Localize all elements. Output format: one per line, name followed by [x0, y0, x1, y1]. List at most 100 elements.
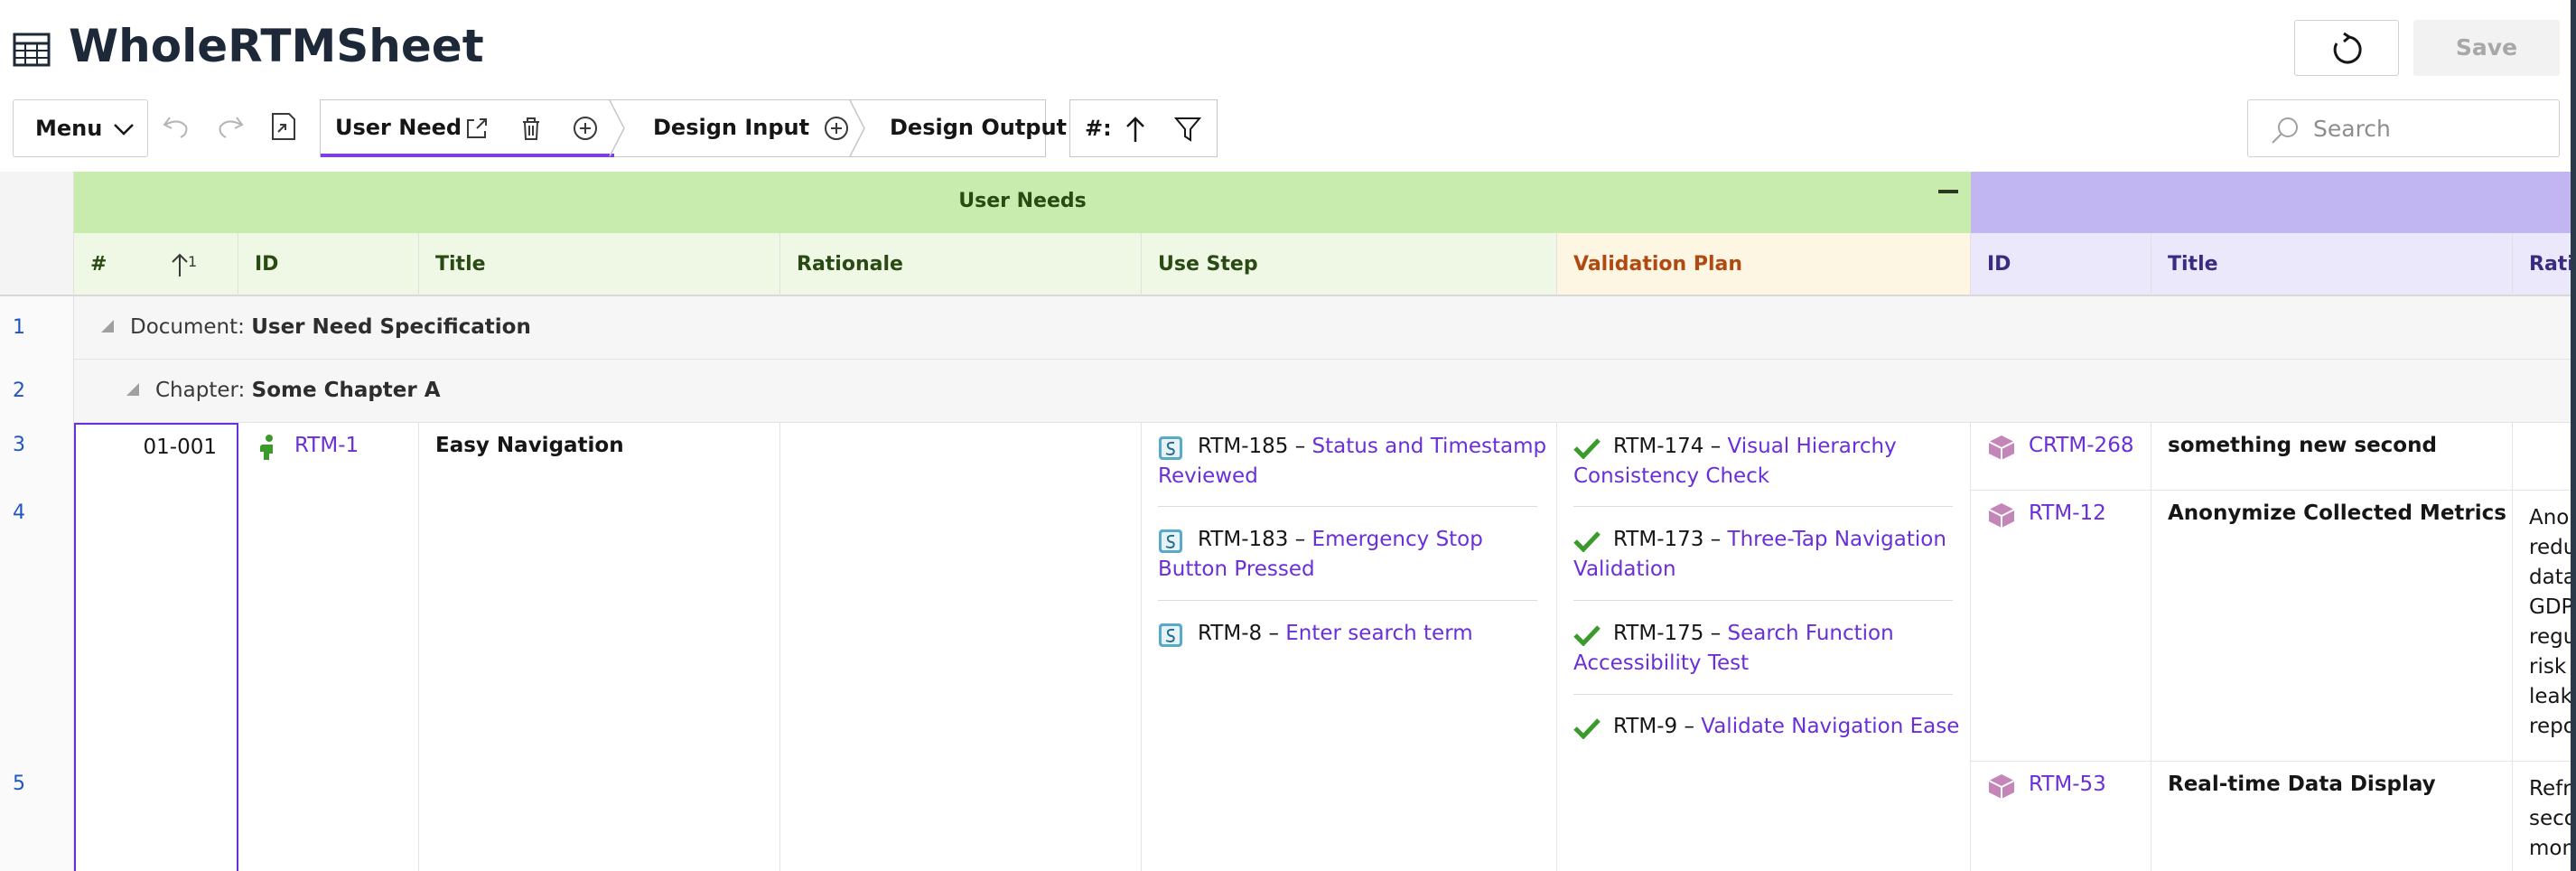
design-input-id-link[interactable]: CRTM-268: [2029, 434, 2133, 457]
group-prefix: Chapter:: [155, 379, 246, 402]
column-header-input-rationale[interactable]: Ratio: [2513, 233, 2576, 296]
need-title-cell[interactable]: Easy Navigation: [419, 423, 780, 871]
sort-filter-group: #:: [1069, 99, 1218, 157]
refresh-button[interactable]: [2294, 20, 2399, 76]
use-step-id: RTM-185 –: [1198, 435, 1306, 458]
search-input[interactable]: Search: [2313, 116, 2391, 142]
validation-link[interactable]: Consistency Check: [1573, 462, 1769, 492]
design-input-title-cell[interactable]: Anonymize Collected Metrics: [2151, 491, 2513, 762]
design-input-rationale-cell[interactable]: [2513, 423, 2576, 491]
column-label: #: [90, 253, 107, 276]
validation-id: RTM-9 –: [1613, 715, 1694, 738]
group-header-user-needs: User Needs: [74, 172, 1971, 233]
design-input-row: CRTM-268 something new second: [1971, 423, 2576, 491]
vertical-scrollbar[interactable]: [2571, 0, 2576, 871]
group-prefix: Document:: [130, 315, 245, 339]
use-step-link[interactable]: Reviewed: [1158, 462, 1258, 492]
column-header-title[interactable]: Title: [419, 233, 780, 296]
use-step-icon: [1159, 436, 1182, 460]
design-input-cube-icon: [1988, 774, 2015, 799]
add-circle-icon[interactable]: [823, 115, 850, 142]
use-step-link[interactable]: Status and Timestamp: [1312, 435, 1547, 458]
sort-ascending-icon[interactable]: [1123, 115, 1148, 144]
document-group-row[interactable]: Document: User Need Specification: [74, 296, 2576, 360]
column-header-rationale[interactable]: Rationale: [780, 233, 1142, 296]
column-header-validation-plan[interactable]: Validation Plan: [1557, 233, 1971, 296]
validation-link[interactable]: Search Function: [1728, 622, 1894, 645]
design-input-rationale-cell[interactable]: Refr seco mon: [2513, 762, 2576, 871]
validation-link[interactable]: Three-Tap Navigation: [1728, 528, 1946, 551]
undo-icon[interactable]: [161, 110, 193, 143]
validation-link[interactable]: Visual Hierarchy: [1728, 435, 1897, 458]
validation-link[interactable]: Validate Navigation Ease: [1701, 715, 1959, 738]
column-header-number[interactable]: # 1: [74, 233, 238, 296]
design-input-title-cell[interactable]: something new second: [2151, 423, 2513, 491]
search-field[interactable]: Search: [2247, 99, 2560, 157]
item-divider: [1158, 600, 1537, 601]
need-number-cell[interactable]: 01-001: [74, 423, 238, 871]
rationale-line: seco: [2529, 807, 2576, 830]
design-input-cube-icon: [1988, 503, 2015, 528]
design-input-cube-icon: [1988, 436, 2015, 460]
use-step-link[interactable]: Enter search term: [1285, 622, 1472, 645]
chevron-down-icon: [114, 124, 134, 136]
design-input-id-cell: CRTM-268: [1971, 423, 2151, 491]
design-input-id-cell: RTM-12: [1971, 491, 2151, 762]
item-divider: [1573, 600, 1953, 601]
column-label: Rationale: [797, 253, 903, 276]
row-number: 3: [13, 434, 25, 456]
wizard-step-label: User Need: [335, 115, 462, 140]
column-header-use-step[interactable]: Use Step: [1142, 233, 1557, 296]
column-header-input-title[interactable]: Title: [2151, 233, 2513, 296]
row-number: 4: [13, 501, 25, 524]
chapter-group-row[interactable]: Chapter: Some Chapter A: [74, 360, 2576, 423]
rationale-line: data: [2529, 566, 2576, 589]
need-rationale-cell[interactable]: [780, 423, 1142, 871]
rationale-line: mon: [2529, 837, 2576, 860]
open-external-icon[interactable]: [463, 115, 490, 142]
rationale-line: leak: [2529, 685, 2572, 708]
checkmark-icon: [1573, 531, 1601, 552]
sort-index: 1: [188, 253, 198, 270]
page-title: WholeRTMSheet: [69, 20, 484, 72]
collapse-triangle-icon[interactable]: [126, 383, 139, 396]
design-input-title-cell[interactable]: Real-time Data Display: [2151, 762, 2513, 871]
toolbar: Menu User Need Design Input Design Outpu…: [0, 98, 2576, 163]
wizard-step-user-need[interactable]: User Need: [321, 100, 614, 156]
validation-link[interactable]: Accessibility Test: [1573, 649, 1749, 679]
use-step-link[interactable]: Emergency Stop: [1312, 528, 1483, 551]
menu-button[interactable]: Menu: [13, 99, 148, 157]
column-header-id[interactable]: ID: [238, 233, 419, 296]
validation-id: RTM-175 –: [1613, 622, 1722, 645]
export-document-icon[interactable]: [267, 110, 300, 143]
step-divider: [849, 100, 865, 156]
save-button[interactable]: Save: [2413, 20, 2560, 76]
row-number: 2: [13, 379, 25, 402]
need-id-link[interactable]: RTM-1: [294, 434, 359, 457]
wizard-step-design-output[interactable]: Design Output: [866, 100, 1067, 156]
item-divider: [1573, 506, 1953, 507]
sort-ascending-icon[interactable]: [170, 251, 190, 278]
design-input-rationale-cell[interactable]: Anon redu data GDP regu risk leak repo: [2513, 491, 2576, 762]
validation-link[interactable]: Validation: [1573, 555, 1676, 585]
design-input-id-link[interactable]: RTM-12: [2029, 501, 2106, 525]
trash-icon[interactable]: [518, 115, 545, 142]
collapse-triangle-icon[interactable]: [101, 320, 114, 332]
validation-id: RTM-173 –: [1613, 528, 1722, 551]
add-circle-icon[interactable]: [572, 115, 599, 142]
use-step-link[interactable]: Button Pressed: [1158, 555, 1315, 585]
need-id-cell: RTM-1: [238, 423, 419, 871]
group-header-design-inputs: [1971, 172, 2576, 233]
rtm-grid: User Needs # 1 ID Title Rationale Use St…: [0, 0, 2576, 871]
user-need-icon: [260, 435, 273, 460]
design-input-id-link[interactable]: RTM-53: [2029, 773, 2106, 796]
wizard-step-design-input[interactable]: Design Input: [626, 100, 870, 156]
column-header-input-id[interactable]: ID: [1971, 233, 2151, 296]
grid-corner: [0, 172, 74, 296]
collapse-icon[interactable]: [1938, 188, 1958, 195]
group-header-label: User Needs: [958, 190, 1087, 212]
filter-icon[interactable]: [1173, 115, 1202, 144]
rationale-line: regu: [2529, 625, 2576, 649]
column-label: ID: [255, 253, 279, 276]
redo-icon[interactable]: [213, 110, 246, 143]
